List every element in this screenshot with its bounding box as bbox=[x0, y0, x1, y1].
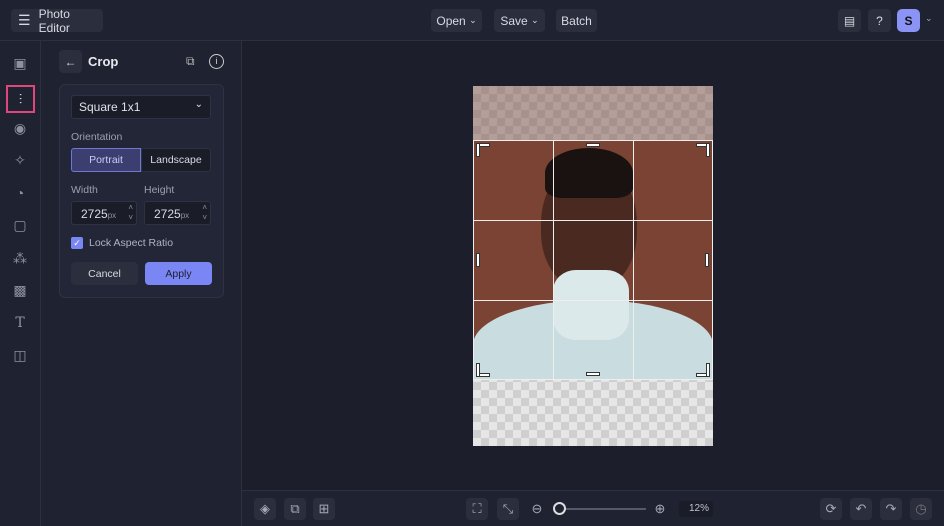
height-input[interactable]: 2725px ˄ ˅ bbox=[144, 201, 211, 225]
info-icon[interactable]: i bbox=[209, 54, 224, 69]
crop-handle-tr[interactable] bbox=[706, 143, 710, 157]
portrait-toggle[interactable]: Portrait bbox=[71, 148, 141, 172]
width-label: Width bbox=[71, 184, 98, 196]
open-button[interactable]: Open ⌄ bbox=[431, 9, 482, 32]
chevron-down-icon: ⌄ bbox=[194, 99, 203, 110]
overlay-icon[interactable]: ◫ bbox=[9, 344, 31, 366]
redo-icon[interactable]: ↷ bbox=[880, 498, 902, 520]
crop-box[interactable] bbox=[473, 140, 713, 380]
zoom-slider[interactable] bbox=[558, 508, 646, 510]
copy-layers-icon[interactable]: ⧉ bbox=[284, 498, 306, 520]
preset-select[interactable]: Square 1x1 ⌄ bbox=[71, 95, 211, 119]
shrink-icon[interactable]: ⤡ bbox=[497, 498, 519, 520]
feedback-icon[interactable]: ▤ bbox=[838, 9, 861, 32]
history-icon[interactable]: ◷ bbox=[910, 498, 932, 520]
text-icon[interactable]: T bbox=[9, 312, 31, 334]
zoom-level[interactable]: 12% bbox=[679, 501, 713, 517]
height-label: Height bbox=[144, 184, 175, 196]
hamburger-icon: ☰ bbox=[18, 12, 31, 28]
stepper-icon[interactable]: ˄ ˅ bbox=[128, 203, 133, 223]
zoom-slider-thumb[interactable] bbox=[553, 502, 566, 515]
top-bar: ☰ Photo Editor Open ⌄ Save ⌄ Batch ▤ ? S… bbox=[0, 0, 944, 41]
width-input[interactable]: 2725px ˄ ˅ bbox=[71, 201, 137, 225]
lock-aspect-label: Lock Aspect Ratio bbox=[89, 237, 174, 249]
image-icon[interactable]: ▣ bbox=[9, 52, 31, 74]
frame-icon[interactable]: ▢ bbox=[9, 214, 31, 236]
save-button[interactable]: Save ⌄ bbox=[494, 9, 545, 32]
menu-button[interactable]: ☰ Photo Editor bbox=[11, 6, 103, 35]
reset-icon[interactable]: ⟳ bbox=[820, 498, 842, 520]
app-title: Photo Editor bbox=[38, 6, 70, 35]
bottom-toolbar: ◈ ⧉ ⊞ ⛶ ⤡ ⊖ ⊕ 12% ⟳ ↶ ↷ ◷ bbox=[242, 490, 944, 526]
crop-handle-right[interactable] bbox=[705, 253, 709, 267]
undo-icon[interactable]: ↶ bbox=[850, 498, 872, 520]
crop-handle-br[interactable] bbox=[706, 363, 710, 377]
zoom-in-icon[interactable]: ⊕ bbox=[649, 498, 671, 520]
landscape-toggle[interactable]: Landscape bbox=[141, 148, 211, 172]
avatar[interactable]: S bbox=[897, 9, 920, 32]
crop-handle-tl[interactable] bbox=[476, 143, 480, 157]
shapes-icon[interactable]: ⁂ bbox=[9, 247, 31, 269]
stepper-icon[interactable]: ˄ ˅ bbox=[202, 203, 207, 223]
chevron-down-icon: ⌄ bbox=[469, 15, 477, 25]
zoom-out-icon[interactable]: ⊖ bbox=[526, 498, 548, 520]
fit-screen-icon[interactable]: ⛶ bbox=[466, 498, 488, 520]
cancel-button[interactable]: Cancel bbox=[71, 262, 138, 285]
crop-handle-top[interactable] bbox=[586, 143, 600, 147]
batch-button[interactable]: Batch bbox=[556, 9, 597, 32]
adjust-sliders-icon[interactable]: ⫶ bbox=[6, 85, 35, 113]
palette-icon[interactable]: ◔ bbox=[9, 182, 31, 204]
crop-handle-bl[interactable] bbox=[476, 363, 480, 377]
tool-rail: ▣ ⫶ ◉ ✧ ◔ ▢ ⁂ ▩ T ◫ bbox=[0, 41, 41, 526]
layers-icon[interactable]: ◈ bbox=[254, 498, 276, 520]
help-icon[interactable]: ? bbox=[868, 9, 891, 32]
copy-icon[interactable]: ⧉ bbox=[186, 54, 195, 69]
crop-dim-top bbox=[473, 86, 713, 140]
back-button[interactable]: ← bbox=[59, 50, 82, 73]
chevron-down-icon: ⌄ bbox=[531, 15, 539, 25]
grid-icon[interactable]: ⊞ bbox=[313, 498, 335, 520]
chevron-down-icon[interactable]: ⌄ bbox=[925, 13, 933, 24]
lock-aspect-checkbox[interactable]: ✓ bbox=[71, 237, 83, 249]
crop-handle-bottom[interactable] bbox=[586, 372, 600, 376]
panel-title: Crop bbox=[88, 54, 119, 69]
apply-button[interactable]: Apply bbox=[145, 262, 212, 285]
crop-handle-left[interactable] bbox=[476, 253, 480, 267]
eye-icon[interactable]: ◉ bbox=[9, 117, 31, 139]
texture-icon[interactable]: ▩ bbox=[9, 279, 31, 301]
sparkle-icon[interactable]: ✧ bbox=[9, 149, 31, 171]
orientation-label: Orientation bbox=[71, 131, 123, 143]
